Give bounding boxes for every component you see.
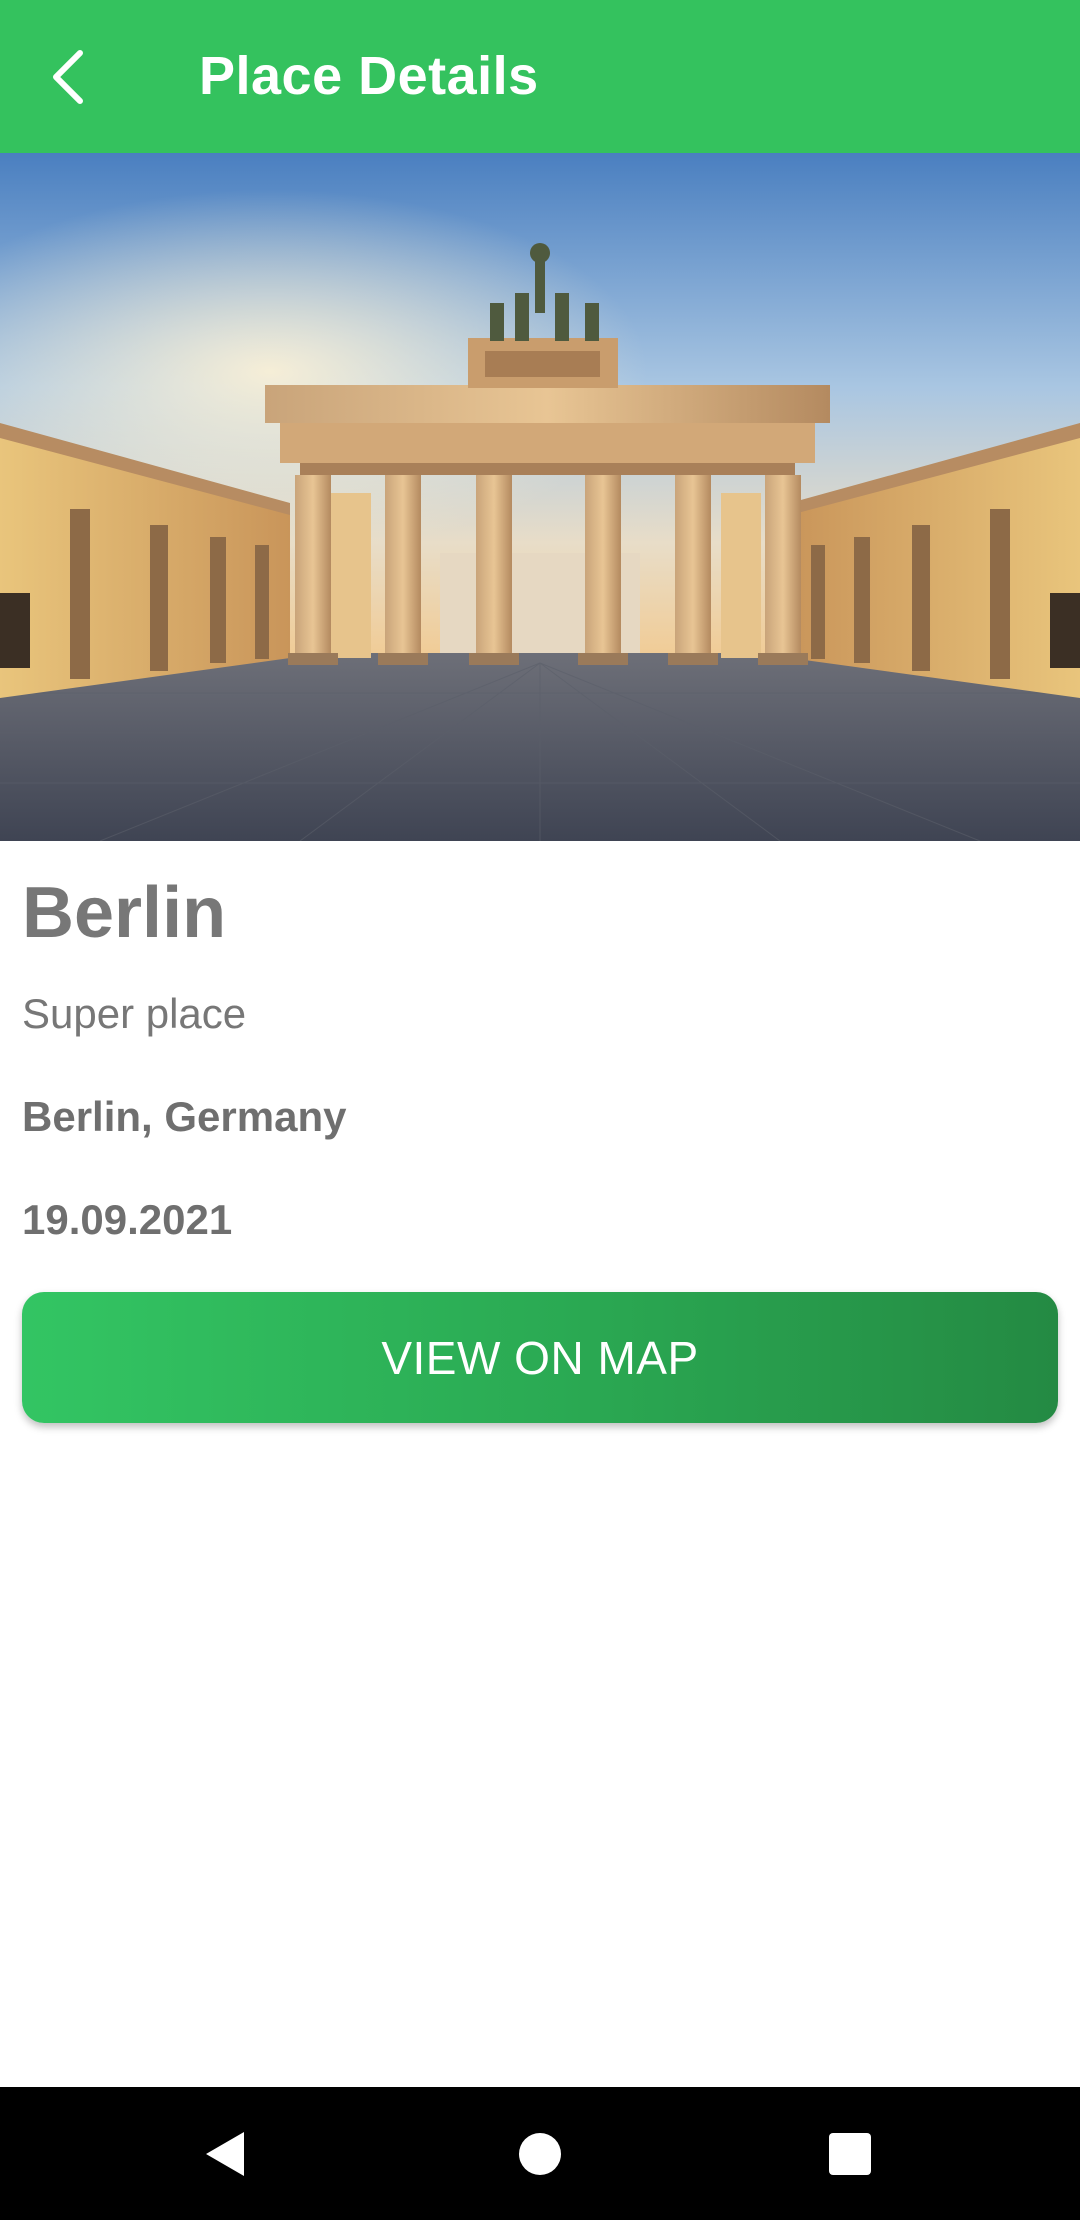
arrow-back-icon (53, 50, 83, 104)
page-title: Place Details (199, 46, 539, 106)
system-navigation-bar (0, 2087, 1080, 2220)
nav-home-button[interactable] (480, 2087, 600, 2220)
nav-back-button[interactable] (166, 2087, 286, 2220)
nav-recents-button[interactable] (790, 2087, 910, 2220)
view-on-map-button[interactable]: VIEW ON MAP (22, 1292, 1058, 1423)
top-app-bar: Place Details (0, 0, 1080, 153)
place-description: Super place (22, 990, 247, 1037)
nav-recents-icon (829, 2132, 871, 2175)
place-details-screen: Place Details Berlin Super place Berlin,… (0, 0, 1080, 2220)
place-name: Berlin (22, 873, 227, 953)
nav-home-icon (519, 2132, 561, 2175)
nav-back-icon (206, 2131, 244, 2176)
view-on-map-label: VIEW ON MAP (381, 1331, 699, 1384)
place-location: Berlin, Germany (22, 1093, 347, 1140)
place-date: 19.09.2021 (22, 1196, 233, 1243)
place-image (0, 153, 1080, 841)
back-button[interactable] (22, 27, 122, 127)
brandenburg-gate-image (0, 153, 1080, 841)
